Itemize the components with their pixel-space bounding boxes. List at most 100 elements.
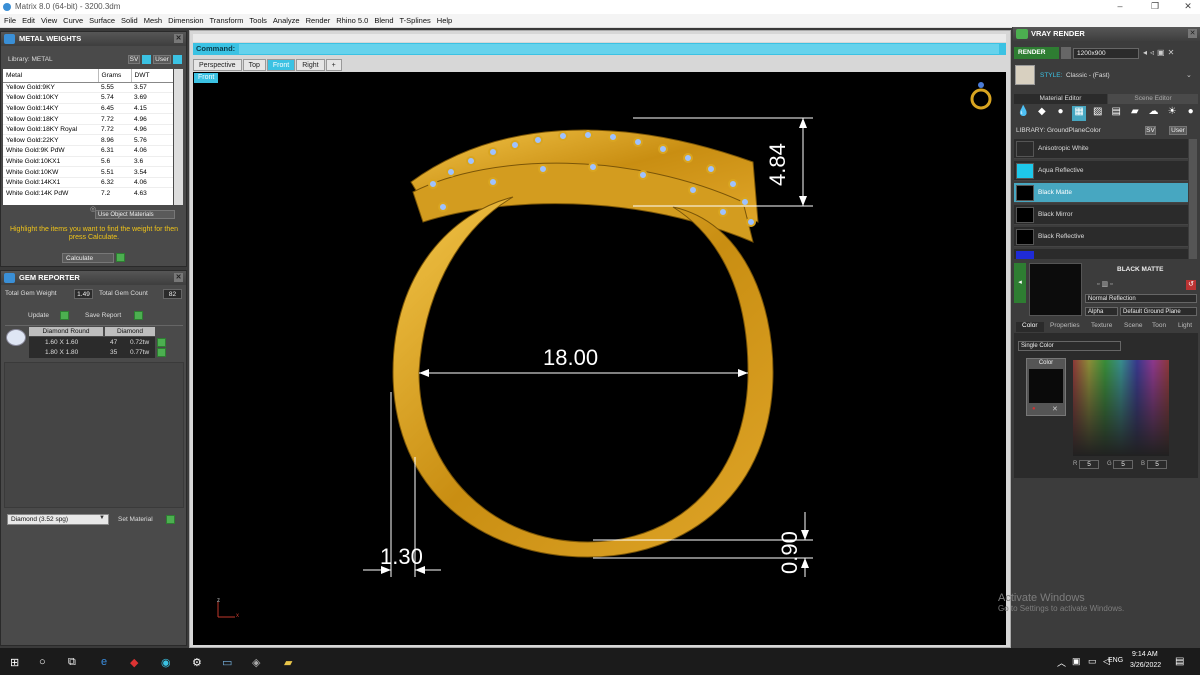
maximize-button[interactable]: ❐ <box>1143 1 1167 12</box>
windows-start-icon[interactable]: ⊞ <box>10 656 19 669</box>
calculate-button[interactable]: Calculate <box>62 253 114 263</box>
cloud-icon[interactable]: ☁ <box>1146 106 1161 121</box>
tab-scene[interactable]: Scene <box>1124 322 1142 332</box>
tab-color[interactable]: Color <box>1016 322 1044 332</box>
col-grams[interactable]: Grams <box>97 69 131 83</box>
chevron-down-icon[interactable]: ▼ <box>99 515 105 521</box>
resolution-field[interactable]: 1200x900 <box>1073 48 1139 59</box>
tab-right[interactable]: Right <box>296 59 325 71</box>
table-row[interactable]: White Gold:14KX1 6.32 4.06 <box>3 176 173 188</box>
task-view-icon[interactable]: ⧉ <box>68 656 76 669</box>
light-icon[interactable]: ● <box>1183 106 1198 121</box>
tab-texture[interactable]: Texture <box>1091 322 1112 332</box>
app-icon[interactable]: ◈ <box>252 656 260 669</box>
clock-date[interactable]: 3/26/2022 <box>1130 662 1161 669</box>
table-row[interactable]: Yellow Gold:10KY 5.74 3.69 <box>3 92 173 104</box>
green-field[interactable]: 5 <box>1113 460 1133 469</box>
matrix-app-icon[interactable]: ◆ <box>130 656 138 669</box>
table-row[interactable]: Yellow Gold:18KY 7.72 4.96 <box>3 113 173 125</box>
blue-field[interactable]: 5 <box>1147 460 1167 469</box>
collapse-arrow-icon[interactable]: ◂ <box>1014 263 1026 303</box>
tab-scene-editor[interactable]: Scene Editor <box>1108 94 1198 104</box>
minimize-button[interactable]: – <box>1108 1 1132 11</box>
menu-mesh[interactable]: Mesh <box>144 14 162 27</box>
tab-properties[interactable]: Properties <box>1050 322 1080 332</box>
menu-render[interactable]: Render <box>306 14 331 27</box>
front-viewport[interactable]: Front 18.00 4.84 1.30 0.90 z x <box>193 72 1006 645</box>
clock-time[interactable]: 9:14 AM <box>1132 651 1158 658</box>
menu-analyze[interactable]: Analyze <box>273 14 300 27</box>
material-item[interactable]: Black Reflective <box>1014 227 1188 247</box>
browser-icon[interactable]: ◉ <box>161 656 171 669</box>
menu-file[interactable]: File <box>4 14 16 27</box>
menu-surface[interactable]: Surface <box>89 14 115 27</box>
material-list-scrollbar[interactable] <box>1189 139 1197 259</box>
metal-user-button[interactable]: User <box>153 55 171 64</box>
color-mode-select[interactable]: Single Color <box>1018 341 1121 351</box>
table-row[interactable]: Yellow Gold:22KY 8.96 5.76 <box>3 134 173 146</box>
tab-add[interactable]: + <box>325 59 342 71</box>
reset-icon[interactable]: ↺ <box>1186 280 1196 290</box>
save-report-go-icon[interactable] <box>134 311 143 320</box>
table-row[interactable]: White Gold:10KX1 5.6 3.6 <box>3 155 173 167</box>
eraser-icon[interactable]: ▰ <box>1128 106 1143 121</box>
search-icon[interactable]: ○ <box>39 656 46 668</box>
gem-reporter-close-icon[interactable]: ✕ <box>174 273 183 282</box>
calculate-go-icon[interactable] <box>116 253 125 262</box>
file-explorer-icon[interactable]: ▰ <box>284 656 292 669</box>
menu-curve[interactable]: Curve <box>63 14 83 27</box>
material-user-button[interactable]: User <box>1169 126 1187 135</box>
tab-light[interactable]: Light <box>1178 322 1192 332</box>
material-item[interactable]: Anisotropic White <box>1014 139 1188 159</box>
menu-rhino[interactable]: Rhino 5.0 <box>336 14 368 27</box>
red-field[interactable]: 5 <box>1079 460 1099 469</box>
col-metal[interactable]: Metal <box>3 69 98 83</box>
menu-dimension[interactable]: Dimension <box>168 14 203 27</box>
update-button[interactable]: Update <box>28 312 49 319</box>
menu-edit[interactable]: Edit <box>22 14 35 27</box>
reflection-select[interactable]: Normal Reflection <box>1085 294 1197 303</box>
metal-info-icon[interactable] <box>142 55 151 64</box>
material-item[interactable]: Aqua Reflective <box>1014 161 1188 181</box>
table-row[interactable]: White Gold:14K PdW 7.2 4.63 <box>3 187 173 199</box>
monitor-app-icon[interactable]: ▭ <box>222 656 232 669</box>
tray-chevron-icon[interactable]: ︿ <box>1057 656 1066 669</box>
drop-icon[interactable]: 💧 <box>1016 106 1031 121</box>
gem-row-go-icon[interactable] <box>157 338 166 347</box>
command-bar[interactable]: Command: <box>193 43 1006 55</box>
gem-icon[interactable]: ◆ <box>1035 106 1050 121</box>
menu-view[interactable]: View <box>41 14 57 27</box>
texture-icon[interactable]: ▨ <box>1090 106 1105 121</box>
tab-front[interactable]: Front <box>266 59 296 71</box>
color-swatch[interactable] <box>1029 369 1063 403</box>
command-input[interactable] <box>239 44 999 54</box>
material-item-selected[interactable]: Black Matte <box>1014 183 1188 203</box>
update-go-icon[interactable] <box>60 311 69 320</box>
table-row[interactable]: White Gold:10KW 5.51 3.54 <box>3 166 173 178</box>
network-icon[interactable]: ▭ <box>1088 656 1097 667</box>
monitor-tray-icon[interactable]: ▣ <box>1072 656 1081 667</box>
vray-close-icon[interactable]: ✕ <box>1188 29 1197 38</box>
close-button[interactable]: ✕ <box>1176 1 1200 12</box>
tab-top[interactable]: Top <box>242 59 266 71</box>
use-object-materials-checkbox[interactable]: Use Object Materials <box>95 210 175 219</box>
metal-weights-close-icon[interactable]: ✕ <box>174 34 183 43</box>
gem-row-go-icon[interactable] <box>157 348 166 357</box>
camera-icon[interactable] <box>1061 47 1071 59</box>
material-item-partial[interactable] <box>1014 249 1188 259</box>
tab-toon[interactable]: Toon <box>1152 322 1166 332</box>
table-row[interactable]: Yellow Gold:18KY Royal 7.72 4.96 <box>3 123 173 135</box>
render-button[interactable]: RENDER <box>1014 47 1059 59</box>
pick-color-icon[interactable]: ● <box>1032 406 1036 412</box>
table-row[interactable]: Yellow Gold:9KY 5.55 3.57 <box>3 81 173 93</box>
settings-gear-icon[interactable]: ⚙ <box>192 656 202 669</box>
set-material-button[interactable]: Set Material <box>118 516 153 523</box>
save-report-button[interactable]: Save Report <box>85 312 121 319</box>
grid-icon[interactable]: ▤ <box>1109 106 1124 121</box>
metal-table-scrollbar[interactable] <box>174 69 183 205</box>
menu-transform[interactable]: Transform <box>210 14 244 27</box>
alpha-field[interactable]: Alpha <box>1085 307 1118 316</box>
tab-material-editor[interactable]: Material Editor <box>1014 94 1107 104</box>
clear-color-icon[interactable]: ✕ <box>1052 405 1058 413</box>
sun-icon[interactable]: ☀ <box>1165 106 1180 121</box>
